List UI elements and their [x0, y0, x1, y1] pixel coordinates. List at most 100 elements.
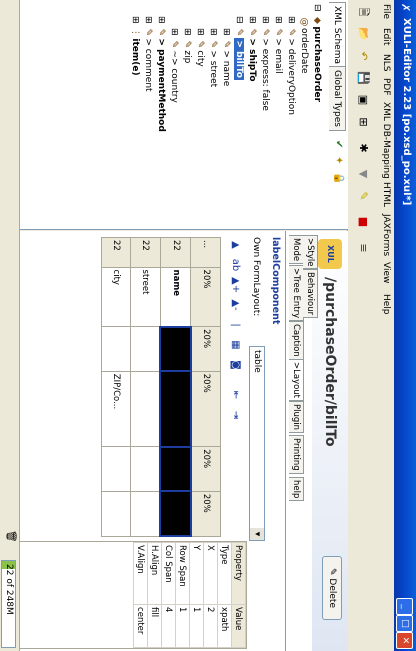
tab-printing[interactable]: Printing — [289, 435, 304, 474]
menu-xml-db-mapping[interactable]: XML DB-Mapping — [381, 102, 391, 179]
undo-icon[interactable]: ↶ — [355, 48, 371, 64]
tree-node-country[interactable]: ⊞ ✎~> country — [167, 28, 179, 103]
chevron-down-icon[interactable]: ▾ — [250, 528, 264, 540]
property-value[interactable]: 2 — [203, 604, 218, 648]
own-form-layout-select[interactable]: table ▾ — [249, 346, 265, 541]
list-icon[interactable]: ≡ — [355, 240, 371, 256]
table-row[interactable]: V.Align center — [133, 542, 148, 648]
property-value[interactable]: xpath — [217, 604, 232, 648]
grid-cell[interactable]: ZIP/Co... — [101, 371, 131, 447]
lock-icon[interactable]: 🔒 — [333, 172, 344, 184]
validate-icon[interactable]: ✔ — [333, 140, 344, 148]
tree-node-item[interactable]: ⊞ ⋮item(e) — [128, 16, 140, 76]
grid-cell[interactable] — [160, 446, 191, 492]
grid-cell[interactable] — [160, 326, 191, 372]
grid-cell[interactable]: ... — [190, 237, 221, 268]
tab-caption[interactable]: Caption — [289, 321, 304, 360]
grid-cell[interactable]: 22 — [130, 237, 161, 268]
tree-node-zip[interactable]: ⊞ ✎zip — [180, 28, 192, 63]
open-file-icon[interactable]: 📂 — [355, 26, 371, 42]
grid-cell[interactable]: 20% — [190, 326, 221, 372]
grid-cell[interactable]: city — [101, 267, 131, 327]
wizard-icon[interactable]: ▼ — [355, 166, 371, 182]
add-row-icon[interactable]: ▲+ — [227, 277, 243, 293]
table-row[interactable]: X2 — [203, 542, 218, 648]
export-icon[interactable]: ⊞ — [355, 114, 371, 130]
grid-cell[interactable] — [130, 371, 161, 447]
image-icon[interactable]: ▦ — [227, 337, 243, 353]
grid-cell[interactable]: name — [160, 267, 191, 327]
remove-row-icon[interactable]: ▲- — [227, 297, 243, 313]
tab-plugin[interactable]: Plugin — [289, 401, 304, 434]
garbage-collect-icon[interactable]: 🗑 — [5, 530, 16, 543]
tab-xml-schema[interactable]: XML Schema — [329, 2, 346, 68]
tab-help[interactable]: help — [289, 477, 304, 502]
tree-node-street[interactable]: ⊞ ✎> street — [206, 28, 218, 87]
tree-node-name[interactable]: ⊞ ✎> name — [219, 28, 231, 86]
tab-layout[interactable]: >Layout — [289, 359, 304, 402]
grid-cell[interactable]: 20% — [190, 491, 221, 536]
menu-jaxforms[interactable]: JAXForms — [381, 214, 391, 256]
grid-cell[interactable] — [101, 446, 131, 492]
tab-global-types[interactable]: Global Types — [329, 66, 346, 131]
grid-cell[interactable] — [130, 326, 161, 372]
tab-mode[interactable]: Mode — [289, 235, 304, 265]
menu-help[interactable]: Help — [381, 294, 391, 315]
grid-cell[interactable] — [160, 491, 191, 536]
menu-html[interactable]: HTML — [381, 182, 391, 207]
tree-node-shipto[interactable]: ⊞ ✎> shipTo — [245, 16, 257, 82]
minimize-button[interactable]: _ — [396, 598, 413, 615]
tree-node-deliveryoption[interactable]: ⊞ ✎> deliveryOption — [284, 16, 296, 115]
table-row[interactable]: H.Align fill — [147, 542, 162, 648]
property-value[interactable]: fill — [147, 604, 162, 648]
close-button[interactable]: ✕ — [396, 632, 413, 649]
tree-node-email[interactable]: ⊞ ✎> email — [271, 16, 283, 74]
insert-column-icon[interactable]: ▲ — [227, 237, 243, 253]
table-row[interactable]: Row Span 1 — [175, 542, 190, 648]
tree-node-billto[interactable]: ⊟ ✎> billTo — [232, 16, 244, 80]
tab-behaviour[interactable]: Behaviour — [303, 269, 318, 319]
wand-icon[interactable]: ✦ — [333, 156, 344, 164]
property-value[interactable]: 1 — [189, 604, 204, 648]
tree-node-purchaseorder[interactable]: ⊟ ◆purchaseOrder — [310, 4, 322, 102]
tab-tree-entry[interactable]: >Tree Entry — [289, 265, 304, 322]
menu-file[interactable]: File — [381, 4, 391, 19]
property-value[interactable]: 4 — [161, 604, 176, 648]
grid-cell[interactable]: 20% — [190, 267, 221, 327]
text-icon[interactable]: ab — [227, 257, 243, 273]
run-icon[interactable]: ✱ — [355, 140, 371, 156]
save-icon[interactable]: 💾 — [355, 70, 371, 86]
ok-icon[interactable]: ◙ — [227, 357, 243, 373]
property-value[interactable]: center — [133, 604, 148, 648]
menu-edit[interactable]: Edit — [381, 28, 391, 45]
menu-nls[interactable]: NLS — [381, 54, 391, 71]
grid-cell[interactable]: 22 — [101, 237, 131, 268]
pencil-icon[interactable]: ✎ — [355, 188, 371, 204]
grid-cell[interactable]: street — [130, 267, 161, 327]
table-row[interactable]: Y1 — [189, 542, 204, 648]
maximize-button[interactable]: □ — [396, 615, 413, 632]
preview-icon[interactable]: ▣ — [355, 92, 371, 108]
tab-style[interactable]: >Style — [303, 235, 318, 270]
new-file-icon[interactable]: 🗎 — [355, 4, 371, 20]
grid-cell[interactable]: 20% — [190, 371, 221, 447]
table-row[interactable]: Col Span 4 — [161, 542, 176, 648]
tree-node-paymentmethod[interactable]: ⊞ ✎> paymentMethod — [154, 16, 166, 132]
tree-node-city[interactable]: ⊞ ✎city — [193, 28, 205, 67]
tree-node-orderdate[interactable]: @orderDate — [297, 16, 309, 74]
stop-icon[interactable]: ■ — [355, 214, 371, 230]
tree-node-comment[interactable]: ⊞ ✎> comment — [141, 16, 153, 92]
property-value[interactable]: 1 — [175, 604, 190, 648]
align-left-icon[interactable]: ⇤ — [227, 387, 243, 403]
grid-cell[interactable]: 20% — [190, 446, 221, 492]
grid-cell[interactable] — [160, 371, 191, 447]
grid-cell[interactable] — [130, 491, 161, 536]
grid-cell[interactable] — [130, 446, 161, 492]
menu-pdf[interactable]: PDF — [381, 78, 391, 96]
grid-cell[interactable]: 22 — [160, 237, 191, 268]
grid-cell[interactable] — [101, 491, 131, 536]
tree-node-express[interactable]: ⊞ ✎> express: false — [258, 16, 270, 111]
align-right-icon[interactable]: ⇥ — [227, 407, 243, 423]
menu-view[interactable]: View — [381, 262, 391, 283]
delete-button[interactable]: ✎ Delete — [322, 556, 342, 620]
